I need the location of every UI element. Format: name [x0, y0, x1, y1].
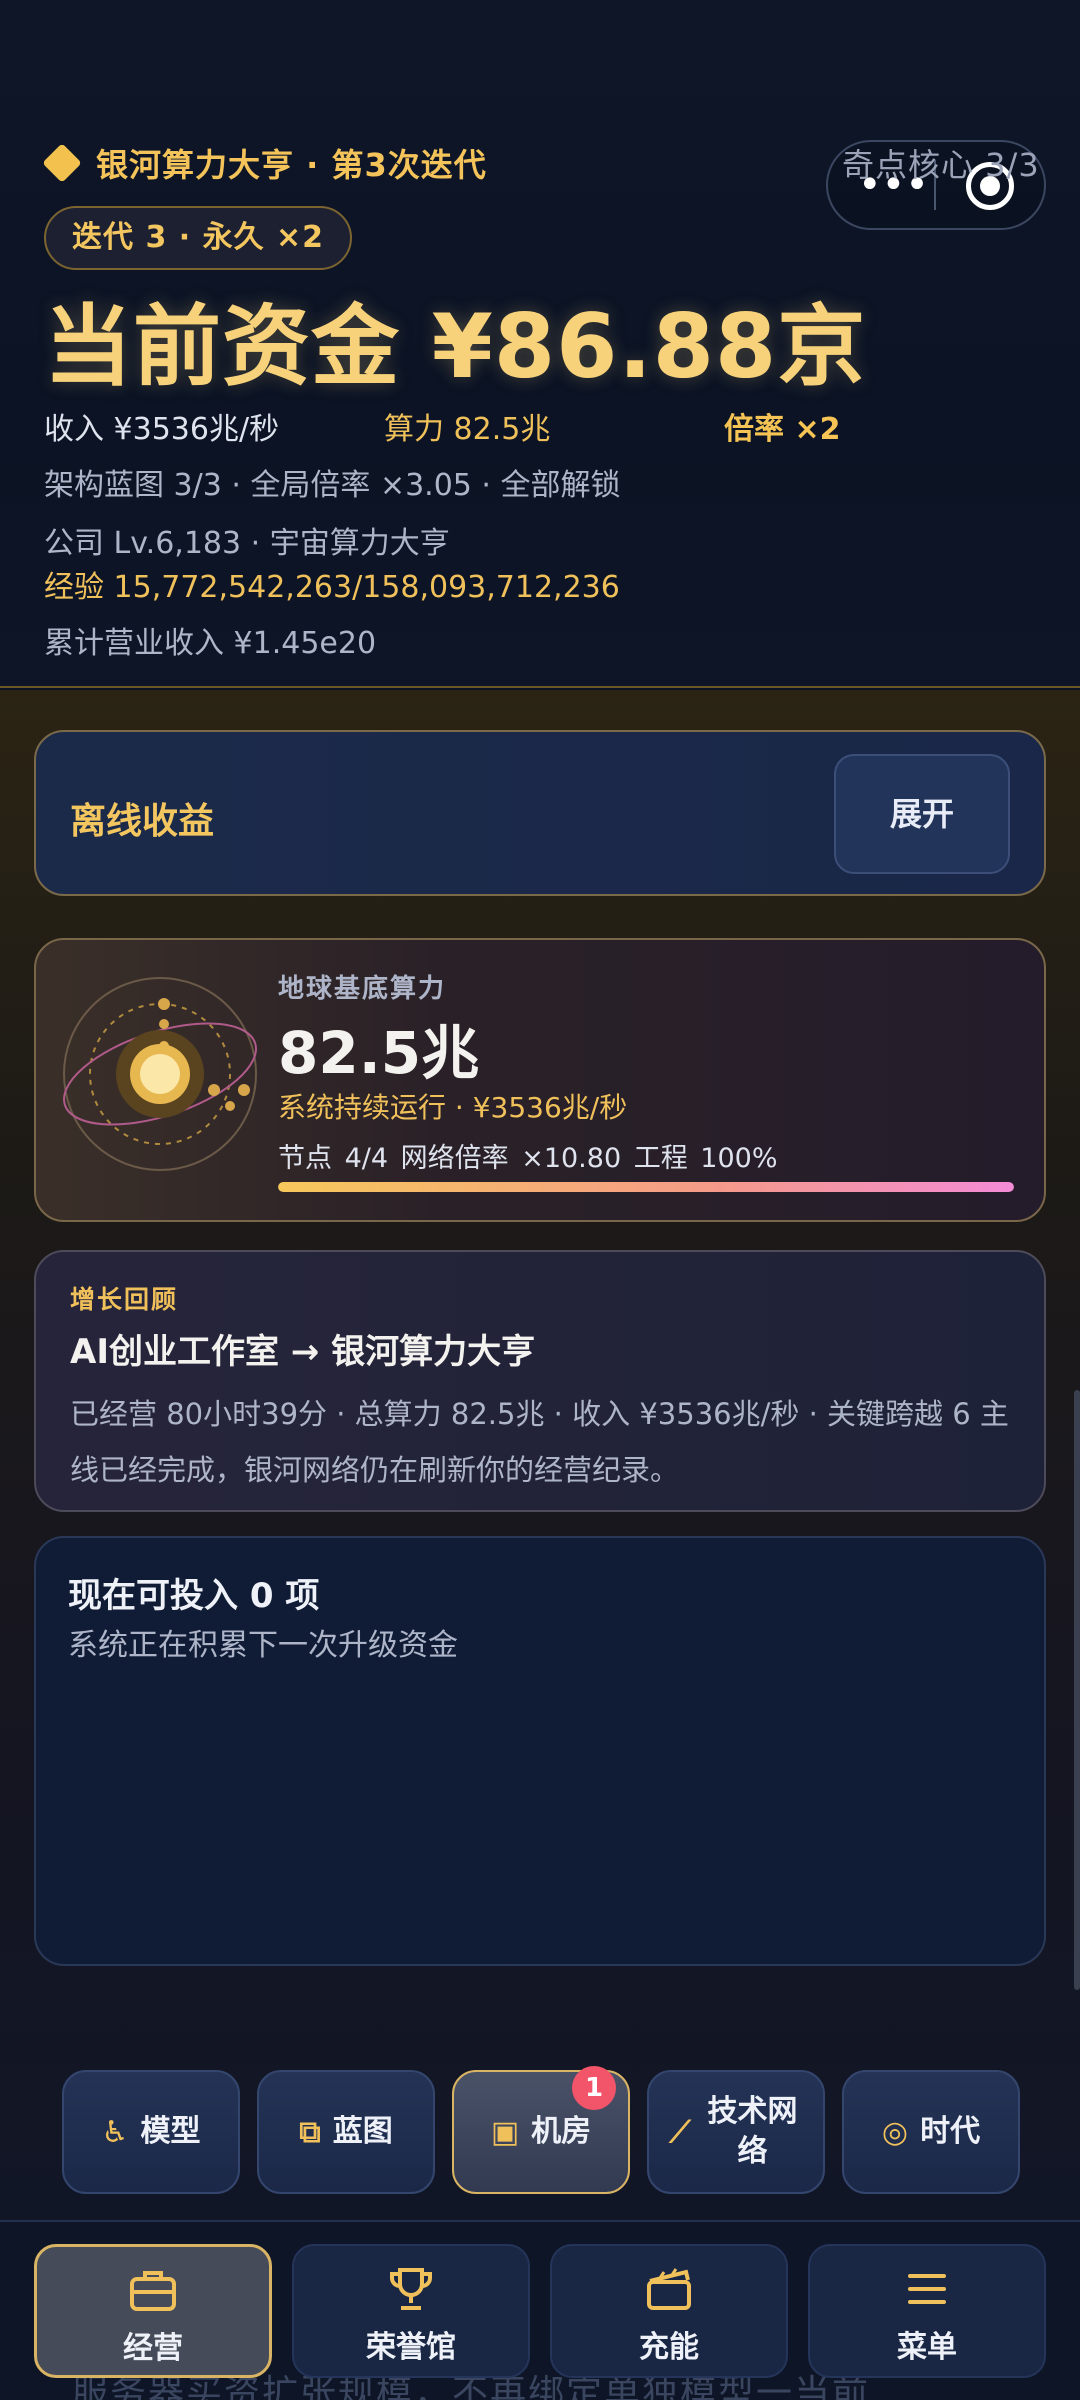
briefcase-icon	[130, 2271, 176, 2311]
compute-label: 地球基底算力	[278, 974, 447, 1004]
earth-compute-card: 地球基底算力 82.5兆 系统持续运行 · ¥3536兆/秒 节点 4/4 网络…	[34, 938, 1046, 1222]
income-rate: 收入 ¥3536兆/秒	[44, 412, 280, 447]
engineering-progress-bar	[278, 1182, 1014, 1192]
review-label: 增长回顾	[70, 1285, 179, 1314]
model-icon: ♿︎	[101, 2114, 129, 2150]
scrollbar[interactable]	[1074, 1390, 1080, 1990]
tab-menu-label: 菜单	[897, 2330, 957, 2365]
era-button[interactable]: ◎ 时代	[842, 2070, 1020, 2194]
offline-earnings-title: 离线收益	[70, 801, 215, 842]
blueprint-button[interactable]: ⧉ 蓝图	[257, 2070, 435, 2194]
game-title-row: 银河算力大亨 · 第3次迭代	[42, 140, 487, 186]
offline-earnings-card: 离线收益 展开	[34, 730, 1046, 896]
tab-recharge-label: 充能	[639, 2330, 699, 2365]
blueprint-info: 架构蓝图 3/3 · 全局倍率 ×3.05 · 全部解锁	[44, 468, 621, 503]
model-button[interactable]: ♿︎ 模型	[62, 2070, 240, 2194]
clapperboard-icon	[647, 2268, 691, 2310]
main-content[interactable]: 离线收益 展开 地球基底算力 82.5兆 系统持续运行 · ¥3536兆/秒 节…	[0, 690, 1080, 2220]
invest-title: 现在可投入 0 项	[68, 1576, 320, 1616]
experience: 经验 15,772,542,263/158,093,712,236	[44, 570, 620, 605]
tab-menu[interactable]: 菜单	[808, 2244, 1046, 2378]
tab-business[interactable]: 经营	[34, 2244, 272, 2378]
compute-power: 算力 82.5兆	[384, 412, 551, 447]
trophy-icon	[390, 2268, 432, 2310]
menu-icon	[908, 2274, 946, 2304]
era-icon: ◎	[881, 2114, 909, 2150]
bottom-tab-bar: 服务器买资扩张规模，不再绑定单独模型一当前 经营 荣誉馆 充能 菜单	[0, 2220, 1080, 2400]
tech-network-button[interactable]: ⟋ 技术网络	[647, 2070, 825, 2194]
tab-recharge[interactable]: 充能	[550, 2244, 788, 2378]
planet-orbit-icon	[63, 977, 257, 1171]
tech-network-icon: ⟋	[669, 2114, 691, 2150]
diamond-icon	[42, 143, 82, 183]
investable-items-card: 现在可投入 0 项 系统正在积累下一次升级资金	[34, 1536, 1046, 1966]
progress-fill	[278, 1182, 1014, 1192]
expand-button[interactable]: 展开	[834, 754, 1010, 874]
game-title: 银河算力大亨 · 第3次迭代	[96, 146, 487, 184]
server-room-button[interactable]: ▣ 机房 1	[452, 2066, 630, 2194]
notification-badge: 1	[572, 2066, 616, 2110]
tech-network-label: 技术网络	[707, 2094, 798, 2169]
quick-nav: ♿︎ 模型 ⧉ 蓝图 ▣ 机房 1 ⟋ 技术网络 ◎ 时代	[0, 2066, 1080, 2194]
status-header: 银河算力大亨 · 第3次迭代 ••• 奇点核心 3/3 迭代 3 · 永久 ×2…	[0, 0, 1080, 688]
blueprint-icon: ⧉	[299, 2114, 321, 2150]
current-funds: 当前资金 ¥86.88京	[44, 295, 867, 398]
iteration-badge: 迭代 3 · 永久 ×2	[44, 206, 353, 270]
growth-review-card: 增长回顾 AI创业工作室 → 银河算力大亨 已经营 80小时39分 · 总算力 …	[34, 1250, 1046, 1512]
server-room-icon: ▣	[490, 2114, 520, 2150]
era-label: 时代	[920, 2114, 981, 2149]
model-label: 模型	[140, 2114, 201, 2149]
run-status: 系统持续运行 · ¥3536兆/秒	[278, 1091, 628, 1124]
tab-business-label: 经营	[123, 2331, 183, 2366]
review-description: 已经营 80小时39分 · 总算力 82.5兆 · 收入 ¥3536兆/秒 · …	[70, 1397, 1009, 1487]
tab-honor-label: 荣誉馆	[366, 2330, 456, 2365]
tab-honor-hall[interactable]: 荣誉馆	[292, 2244, 530, 2378]
total-revenue: 累计营业收入 ¥1.45e20	[44, 626, 377, 661]
blueprint-label: 蓝图	[332, 2114, 393, 2149]
review-title: AI创业工作室 → 银河算力大亨	[70, 1332, 536, 1372]
compute-metrics: 节点 4/4 网络倍率 ×10.80 工程 100%	[278, 1143, 778, 1174]
company-level: 公司 Lv.6,183 · 宇宙算力大亨	[44, 526, 450, 561]
singularity-core-label: 奇点核心 3/3	[842, 146, 1040, 184]
compute-value: 82.5兆	[278, 1019, 480, 1087]
multiplier: 倍率 ×2	[724, 412, 841, 447]
invest-subtitle: 系统正在积累下一次升级资金	[68, 1628, 458, 1663]
server-room-label: 机房	[531, 2114, 592, 2149]
